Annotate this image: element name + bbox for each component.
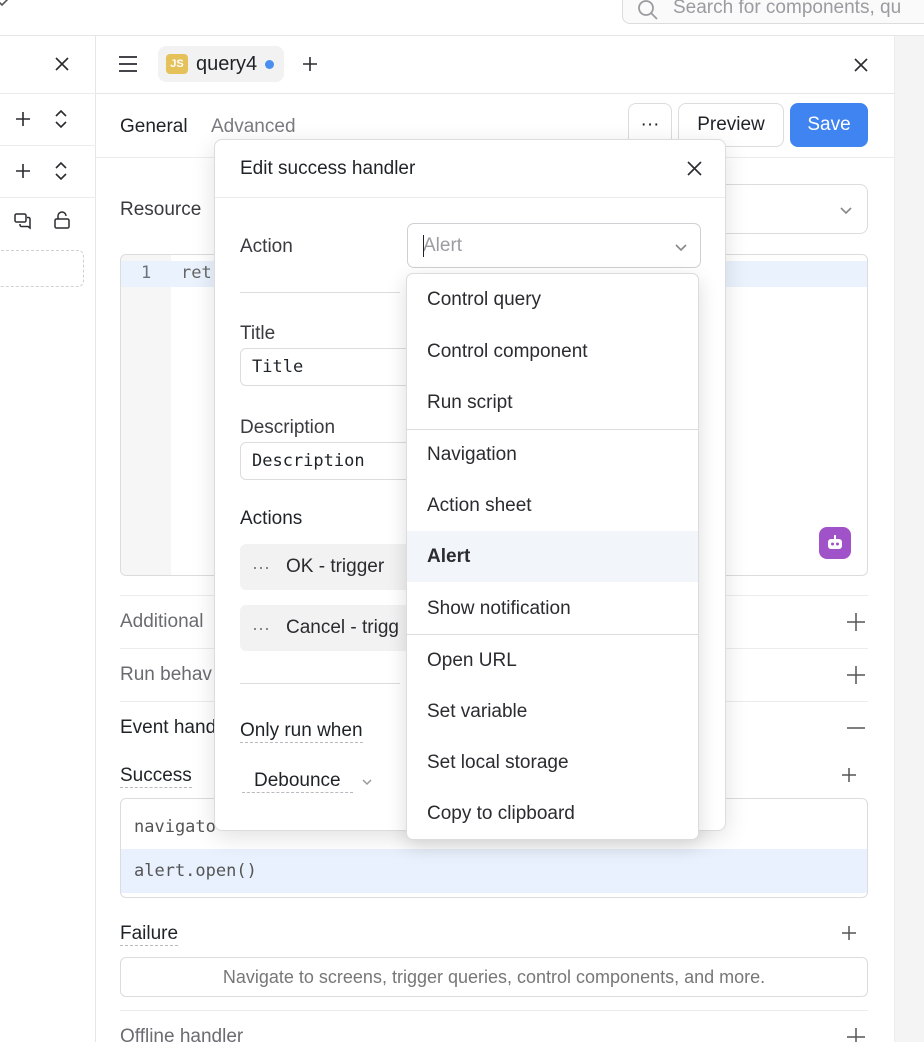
close-icon[interactable]	[53, 55, 71, 73]
left-sidebar	[0, 36, 96, 1042]
menu-item-alert[interactable]: Alert	[407, 531, 698, 582]
robot-icon	[828, 535, 842, 549]
plus-icon[interactable]	[14, 110, 32, 128]
plus-icon[interactable]	[845, 611, 867, 633]
action-item[interactable]: ··· Cancel - trigg	[240, 605, 430, 651]
handler-code: navigato	[134, 817, 216, 837]
description-label: Description	[240, 417, 336, 438]
title-label: Title	[240, 323, 276, 344]
sidebar-header	[0, 36, 96, 94]
top-bar: Search for components, qu	[0, 0, 924, 36]
chevron-down-icon	[362, 778, 372, 785]
dialog-header: Edit success handler	[215, 140, 725, 198]
description-field[interactable]: Description	[240, 442, 430, 480]
comments-icon[interactable]	[14, 212, 32, 230]
plus-icon[interactable]	[840, 766, 858, 784]
resource-label: Resource	[120, 199, 202, 220]
search-placeholder: Search for components, qu	[673, 0, 902, 18]
menu-item-set-variable[interactable]: Set variable	[407, 686, 698, 737]
tab-advanced[interactable]: Advanced	[211, 116, 296, 138]
event-handlers-label[interactable]: Event hand	[120, 717, 216, 739]
sidebar-row	[0, 94, 96, 146]
sort-chevrons-icon[interactable]	[53, 108, 69, 130]
sort-chevrons-icon[interactable]	[53, 160, 69, 182]
title-field-value: Title	[252, 357, 304, 377]
action-select[interactable]: Alert	[407, 223, 701, 268]
save-button[interactable]: Save	[790, 103, 868, 147]
action-dropdown-menu: Control query Control component Run scri…	[406, 273, 699, 840]
action-select-value: Alert	[423, 235, 463, 256]
drag-handle-icon[interactable]: ···	[252, 618, 270, 639]
plus-icon[interactable]	[845, 1026, 867, 1042]
menu-item-copy-to-clipboard[interactable]: Copy to clipboard	[407, 788, 698, 839]
lock-open-icon[interactable]	[53, 211, 71, 229]
menu-item-open-url[interactable]: Open URL	[407, 635, 698, 686]
action-item-label: Cancel - trigg	[285, 617, 399, 638]
search-input[interactable]: Search for components, qu	[622, 0, 924, 24]
divider	[240, 683, 400, 684]
success-label: Success	[120, 765, 192, 788]
plus-icon[interactable]	[14, 162, 32, 180]
tab-general[interactable]: General	[120, 116, 188, 138]
js-badge: JS	[166, 54, 188, 74]
search-icon	[638, 0, 658, 20]
unsaved-dot	[265, 59, 275, 69]
right-scroll-gutter[interactable]	[894, 36, 924, 1042]
handler-row[interactable]: alert.open()	[121, 849, 867, 893]
code-line[interactable]: ret	[181, 263, 212, 283]
action-item[interactable]: ··· OK - trigger	[240, 544, 430, 590]
line-number: 1	[141, 263, 152, 283]
action-label: Action	[240, 236, 293, 257]
description-field-value: Description	[252, 451, 365, 471]
menu-item-control-component[interactable]: Control component	[407, 326, 698, 377]
menu-item-control-query[interactable]: Control query	[407, 274, 698, 325]
chevron-down-icon	[840, 207, 852, 215]
chevron-down-icon	[675, 244, 687, 252]
only-run-when-label[interactable]: Only run when	[240, 720, 363, 743]
divider	[240, 292, 400, 293]
title-field[interactable]: Title	[240, 348, 430, 386]
menu-item-show-notification[interactable]: Show notification	[407, 583, 698, 634]
drop-zone[interactable]	[0, 250, 84, 287]
query-name: query4	[196, 52, 258, 75]
failure-label: Failure	[120, 923, 179, 946]
chevron-down-icon[interactable]	[0, 0, 10, 10]
close-icon[interactable]	[853, 57, 869, 73]
close-icon[interactable]	[687, 161, 702, 176]
query-tab[interactable]: JS query4	[158, 46, 285, 82]
debounce-select[interactable]: Debounce	[242, 770, 373, 793]
handler-code: alert.open()	[134, 861, 257, 881]
minus-icon[interactable]	[845, 717, 867, 739]
menu-item-action-sheet[interactable]: Action sheet	[407, 480, 698, 531]
more-options-label: ···	[640, 114, 660, 135]
failure-empty-state[interactable]: Navigate to screens, trigger queries, co…	[120, 957, 868, 997]
dialog-title: Edit success handler	[240, 158, 416, 179]
menu-item-navigation[interactable]: Navigation	[407, 429, 698, 480]
additional-scope-label[interactable]: Additional	[120, 611, 203, 633]
sidebar-row	[0, 146, 96, 198]
menu-item-run-script[interactable]: Run script	[407, 377, 698, 428]
ai-assistant-button[interactable]	[819, 527, 851, 559]
drag-handle-icon[interactable]: ···	[252, 557, 270, 578]
plus-icon[interactable]	[840, 924, 858, 942]
menu-item-set-local-storage[interactable]: Set local storage	[407, 737, 698, 788]
plus-icon[interactable]	[845, 664, 867, 686]
resource-select[interactable]	[706, 184, 868, 234]
query-tab-bar: JS query4	[96, 36, 894, 94]
divider	[120, 1010, 868, 1011]
actions-label: Actions	[240, 508, 303, 529]
run-behavior-label[interactable]: Run behav	[120, 664, 212, 686]
plus-icon[interactable]	[301, 55, 319, 73]
action-item-label: OK - trigger	[285, 556, 385, 577]
hamburger-menu-icon[interactable]	[118, 55, 138, 73]
offline-handler-label[interactable]: Offline handler	[120, 1026, 243, 1042]
debounce-label: Debounce	[242, 770, 353, 793]
line-gutter	[121, 255, 171, 575]
text-caret	[423, 235, 424, 257]
